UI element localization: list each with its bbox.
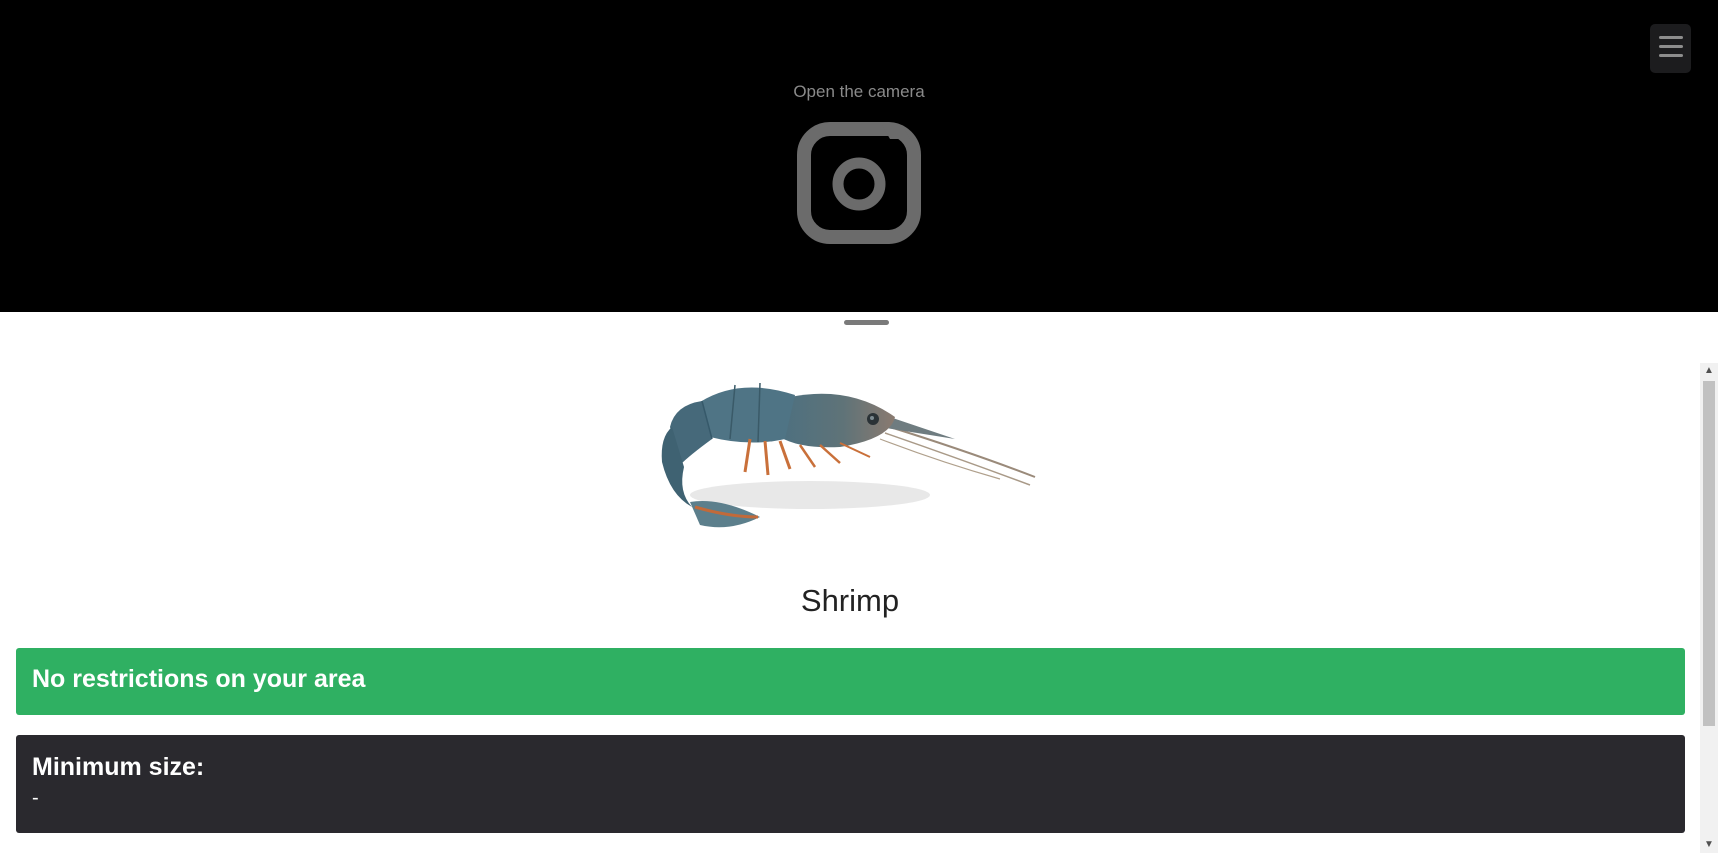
camera-area[interactable]: Open the camera (0, 0, 1718, 312)
open-camera-label[interactable]: Open the camera (0, 82, 1718, 102)
minimum-size-card: Minimum size: - (16, 735, 1685, 833)
restriction-status-text: No restrictions on your area (32, 665, 366, 693)
menu-button[interactable] (1650, 24, 1691, 73)
minimum-size-title: Minimum size: (32, 753, 205, 781)
scroll-down-icon[interactable]: ▼ (1700, 837, 1718, 853)
scroll-up-icon[interactable]: ▲ (1700, 363, 1718, 379)
species-name: Shrimp (800, 583, 900, 618)
restriction-status-banner: No restrictions on your area (16, 648, 1685, 715)
minimum-size-value: - (32, 787, 39, 809)
species-details: Shrimp No restrictions on your area Mini… (0, 363, 1718, 853)
species-sheet: Shrimp No restrictions on your area Mini… (0, 312, 1718, 853)
vertical-scrollbar[interactable]: ▲ ▼ (1700, 363, 1718, 853)
shrimp-illustration (661, 382, 1036, 528)
camera-icon[interactable] (794, 117, 924, 247)
scrollbar-thumb[interactable] (1703, 381, 1715, 726)
sheet-drag-handle[interactable] (844, 320, 889, 325)
